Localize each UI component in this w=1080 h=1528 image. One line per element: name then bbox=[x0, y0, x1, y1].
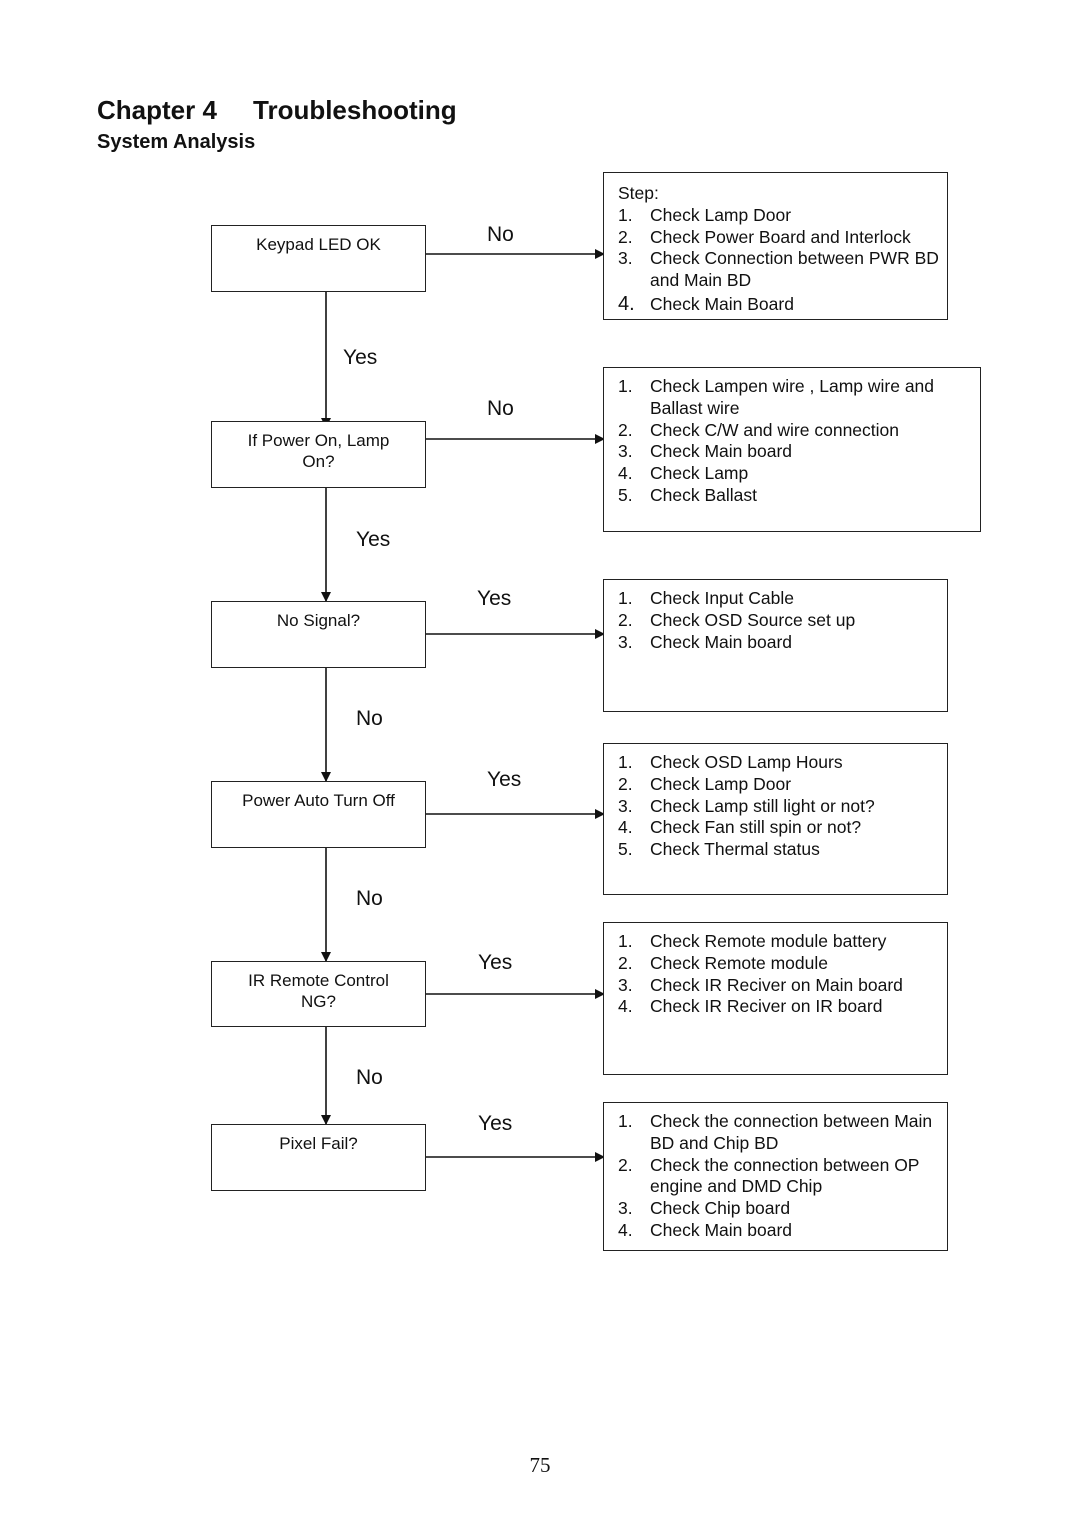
action-item: 1. Check Lampen wire , Lamp wire and Ball… bbox=[618, 376, 935, 418]
label-no: No bbox=[356, 1066, 383, 1089]
action-item: 2. Check OSD Source set up bbox=[618, 609, 856, 630]
action-item: 3. Check Connection between PWR BD and Ma… bbox=[618, 248, 939, 291]
action-list: 1. Check Input Cable 2. Check OSD Source s… bbox=[618, 588, 939, 653]
action-item: 1. Check OSD Lamp Hours bbox=[618, 752, 843, 772]
action-item: 2. Check Lamp Door bbox=[618, 773, 792, 794]
action-item: 5. Check Thermal status bbox=[618, 839, 820, 860]
label-no: No bbox=[487, 397, 514, 420]
page-number: 75 bbox=[529, 1453, 551, 1477]
action-item: 1. Check Lamp Door bbox=[618, 204, 792, 225]
decision-no-signal: No Signal? bbox=[211, 601, 426, 668]
action-item: 3. Check Lamp still light or not? bbox=[618, 795, 875, 816]
decision-pixel-fail: Pixel Fail? bbox=[211, 1124, 426, 1191]
action-item: 3. Check IR Reciver on Main board bbox=[618, 974, 903, 995]
action-box-keypad: Step: 1. Check Lamp Door 2. Check Power Bo… bbox=[603, 172, 948, 320]
label-yes: Yes bbox=[343, 346, 378, 369]
action-item: 2. Check C/W and wire connection bbox=[618, 419, 899, 440]
action-list: 1. Check Remote module battery 2. Check Re… bbox=[618, 931, 939, 1018]
label-no: No bbox=[356, 887, 383, 910]
decision-keypad-led: Keypad LED OK bbox=[211, 225, 426, 292]
action-item: 2. Check the connection between OP engine… bbox=[618, 1154, 920, 1197]
action-box-power-auto-off: 1. Check OSD Lamp Hours 2. Check Lamp Door… bbox=[603, 743, 948, 895]
action-item: 1. Check Input Cable bbox=[618, 588, 794, 608]
decision-power-lamp: If Power On, Lamp On? bbox=[211, 421, 426, 488]
action-item: 2. Check Remote module bbox=[618, 952, 828, 973]
label-no: No bbox=[487, 223, 514, 246]
action-heading: Step: bbox=[618, 183, 659, 203]
action-list: 1. Check the connection between Main BD a… bbox=[618, 1111, 939, 1242]
action-item: 4. Check IR Reciver on IR board bbox=[618, 996, 883, 1017]
action-item: 3. Check Main board bbox=[618, 441, 793, 462]
action-item: 4. Check Main board bbox=[618, 1219, 793, 1240]
label-yes: Yes bbox=[477, 587, 512, 610]
action-box-pixel-fail: 1. Check the connection between Main BD a… bbox=[603, 1102, 948, 1251]
action-item: 2. Check Power Board and Interlock bbox=[618, 226, 911, 247]
action-box-no-signal: 1. Check Input Cable 2. Check OSD Source s… bbox=[603, 579, 948, 712]
action-item: 1. Check Remote module battery bbox=[618, 931, 887, 951]
action-box-power-lamp: 1. Check Lampen wire , Lamp wire and Ball… bbox=[603, 367, 981, 532]
action-item: 1. Check the connection between Main BD a… bbox=[618, 1111, 933, 1153]
action-list: 1. Check OSD Lamp Hours 2. Check Lamp Door… bbox=[618, 752, 939, 861]
action-item: 4. Check Main Board bbox=[618, 292, 794, 315]
action-box-ir-remote: 1. Check Remote module battery 2. Check Re… bbox=[603, 922, 948, 1075]
decision-ir-remote: IR Remote Control NG? bbox=[211, 961, 426, 1027]
action-list: 1. Check Lampen wire , Lamp wire and Ball… bbox=[618, 376, 972, 507]
action-list: 1. Check Lamp Door 2. Check Power Board an… bbox=[618, 205, 939, 316]
label-no: No bbox=[356, 707, 383, 730]
action-item: 3. Check Chip board bbox=[618, 1198, 791, 1219]
label-yes: Yes bbox=[478, 1112, 513, 1135]
label-yes: Yes bbox=[478, 951, 513, 974]
label-yes: Yes bbox=[356, 528, 391, 551]
action-item: 5. Check Ballast bbox=[618, 484, 757, 505]
action-item: 3. Check Main board bbox=[618, 631, 793, 652]
label-yes: Yes bbox=[487, 768, 522, 791]
action-item: 4. Check Fan still spin or not? bbox=[618, 817, 862, 838]
action-item: 4. Check Lamp bbox=[618, 463, 749, 484]
decision-power-auto-off: Power Auto Turn Off bbox=[211, 781, 426, 848]
